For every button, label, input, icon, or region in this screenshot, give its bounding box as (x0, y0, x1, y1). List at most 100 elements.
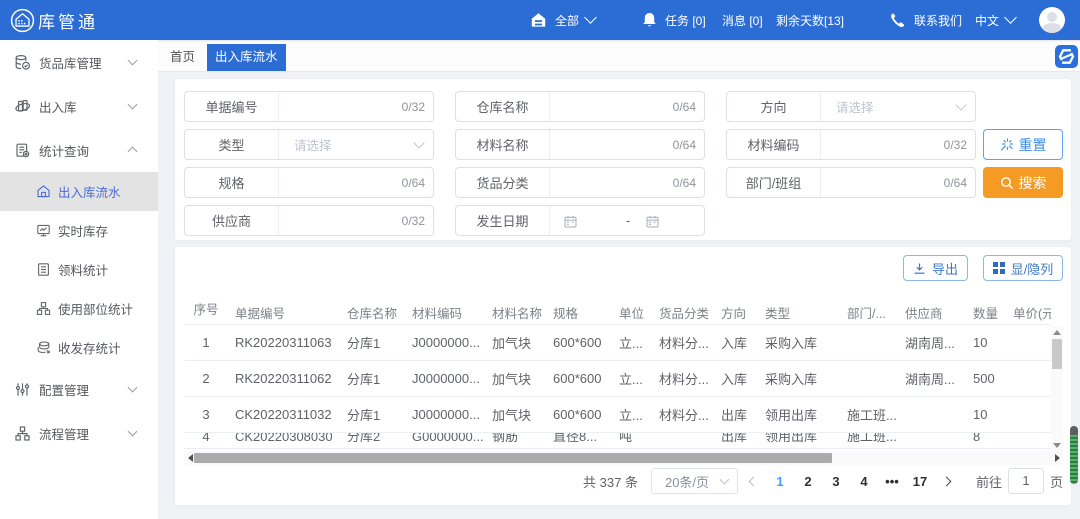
language-selector[interactable]: 中文 (975, 0, 1015, 40)
field-department[interactable]: 部门/班组 0/64 (726, 167, 976, 198)
prev-page-button[interactable] (738, 478, 766, 485)
date-range-picker[interactable]: - (550, 206, 704, 235)
scroll-right-button[interactable] (1051, 451, 1063, 465)
tab-home[interactable]: 首页 (158, 44, 207, 71)
page-ellipsis[interactable]: ••• (878, 474, 906, 489)
next-page-button[interactable] (934, 478, 962, 485)
material-code-input[interactable]: 0/32 (821, 130, 975, 159)
material-name-input[interactable]: 0/64 (550, 130, 704, 159)
page-number-4[interactable]: 4 (850, 474, 878, 489)
page-scrollbar-green[interactable] (1070, 426, 1078, 484)
cell-spec: 直径8... (546, 432, 612, 448)
sidebar-subitem-usage-part-stats[interactable]: 使用部位统计 (0, 289, 158, 328)
field-label: 规格 (185, 168, 279, 197)
col-header-warehouse[interactable]: 仓库名称 (340, 293, 405, 324)
direction-select[interactable]: 请选择 (821, 92, 975, 121)
scroll-down-button[interactable] (1051, 439, 1063, 451)
chevron-down-icon (720, 475, 730, 485)
field-direction[interactable]: 方向 请选择 (726, 91, 976, 122)
date-separator: - (626, 206, 630, 235)
download-icon (913, 262, 926, 275)
table-row[interactable]: 2 RK20220311062 分库1 J0000000... 加气块 600*… (184, 360, 1051, 396)
table-row[interactable]: 3 CK20220311032 分库1 J0000000... 加气块 600*… (184, 396, 1051, 432)
scope-selector[interactable]: 全部 (530, 0, 595, 40)
field-material-name[interactable]: 材料名称 0/64 (455, 129, 705, 160)
chevron-left-icon (749, 476, 759, 486)
supplier-input[interactable]: 0/32 (279, 206, 433, 235)
page-number-3[interactable]: 3 (822, 474, 850, 489)
export-button[interactable]: 导出 (903, 255, 968, 281)
field-warehouse-name[interactable]: 仓库名称 0/64 (455, 91, 705, 122)
scroll-up-button[interactable] (1051, 326, 1063, 338)
field-material-code[interactable]: 材料编码 0/32 (726, 129, 976, 160)
sidebar-subitem-flow-record[interactable]: 出入库流水 (0, 172, 158, 211)
col-header-type[interactable]: 类型 (758, 293, 840, 324)
table-vertical-scrollbar[interactable] (1051, 326, 1063, 451)
sidebar-subitem-label: 实时库存 (58, 221, 108, 240)
contact-item[interactable]: 联系我们 (889, 0, 962, 40)
goods-category-input[interactable]: 0/64 (550, 168, 704, 197)
vertical-scroll-thumb[interactable] (1052, 339, 1062, 369)
col-header-material-name[interactable]: 材料名称 (485, 293, 546, 324)
total-count: 共 337 条 (583, 472, 638, 491)
field-date-range[interactable]: 发生日期 - (455, 205, 705, 236)
chevron-right-icon (942, 476, 952, 486)
col-header-doc-number[interactable]: 单据编号 (228, 293, 340, 324)
tab-bar: 首页 出入库流水 (158, 40, 1080, 72)
sidebar-item-config[interactable]: 配置管理 (0, 367, 158, 411)
sidebar-subitem-material-stats[interactable]: 领料统计 (0, 250, 158, 289)
warehouse-name-input[interactable]: 0/64 (550, 92, 704, 121)
type-select[interactable]: 请选择 (279, 130, 433, 159)
field-goods-category[interactable]: 货品分类 0/64 (455, 167, 705, 198)
messages-item[interactable]: 消息 [0] (722, 0, 763, 40)
horizontal-scroll-thumb[interactable] (194, 453, 832, 463)
page-number-17[interactable]: 17 (906, 474, 934, 489)
show-hide-columns-button[interactable]: 显/隐列 (983, 255, 1063, 281)
tasks-item[interactable]: 任务 [0] (642, 0, 706, 40)
reset-button[interactable]: 重置 (983, 129, 1063, 160)
col-header-material-code[interactable]: 材料编码 (405, 293, 485, 324)
col-header-department[interactable]: 部门/... (840, 293, 898, 324)
col-header-unit-price[interactable]: 单价(元 (1006, 293, 1051, 324)
sidebar-subitem-send-receive-stats[interactable]: 收发存统计 (0, 328, 158, 367)
sidebar-item-goods-warehouse[interactable]: 货品库管理 (0, 40, 158, 84)
sidebar-item-in-out-warehouse[interactable]: 出入库 (0, 84, 158, 128)
goto-page-input[interactable]: 1 (1008, 468, 1044, 494)
browser-plugin-button[interactable] (1055, 45, 1078, 68)
col-header-index[interactable]: 序号 (184, 293, 228, 324)
cell-warehouse: 分库2 (340, 432, 405, 448)
table-row[interactable]: 4 CK20220308030 分库2 G0000000... 钢筋 直径8..… (184, 432, 1051, 448)
table-row[interactable]: 1 RK20220311063 分库1 J0000000... 加气块 600*… (184, 324, 1051, 360)
field-type[interactable]: 类型 请选择 (184, 129, 434, 160)
user-menu[interactable] (1039, 0, 1065, 40)
page-number-2[interactable]: 2 (794, 474, 822, 489)
field-document-number[interactable]: 单据编号 0/32 (184, 91, 434, 122)
sidebar-item-flow[interactable]: 流程管理 (0, 411, 158, 455)
department-input[interactable]: 0/64 (821, 168, 975, 197)
spec-input[interactable]: 0/64 (279, 168, 433, 197)
table-header-row: 序号 单据编号 仓库名称 材料编码 材料名称 规格 单位 货品分类 方向 类型 (184, 293, 1051, 324)
tab-flow-record[interactable]: 出入库流水 (207, 44, 286, 71)
realtime-stock-icon (36, 223, 51, 238)
cell-index: 1 (184, 324, 228, 360)
field-spec[interactable]: 规格 0/64 (184, 167, 434, 198)
app-header: 库管通 全部 任务 [0] 消息 [0] 剩余天数[13] 联系我们 中文 (0, 0, 1080, 40)
table-horizontal-scrollbar[interactable] (184, 451, 1063, 465)
avatar[interactable] (1039, 7, 1065, 33)
page-size-select[interactable]: 20条/页 (651, 468, 738, 494)
char-counter: 0/32 (402, 214, 425, 228)
page-number-1[interactable]: 1 (766, 474, 794, 489)
col-header-category[interactable]: 货品分类 (652, 293, 714, 324)
col-header-unit[interactable]: 单位 (612, 293, 652, 324)
sidebar-item-statistics-query[interactable]: 统计查询 (0, 128, 158, 172)
sidebar-subitem-realtime-stock[interactable]: 实时库存 (0, 211, 158, 250)
search-label: 搜索 (1019, 173, 1047, 193)
search-button[interactable]: 搜索 (983, 167, 1063, 198)
app-logo: 库管通 (10, 8, 98, 33)
col-header-supplier[interactable]: 供应商 (898, 293, 966, 324)
document-number-input[interactable]: 0/32 (279, 92, 433, 121)
field-supplier[interactable]: 供应商 0/32 (184, 205, 434, 236)
col-header-spec[interactable]: 规格 (546, 293, 612, 324)
col-header-quantity[interactable]: 数量 (966, 293, 1006, 324)
col-header-direction[interactable]: 方向 (714, 293, 758, 324)
